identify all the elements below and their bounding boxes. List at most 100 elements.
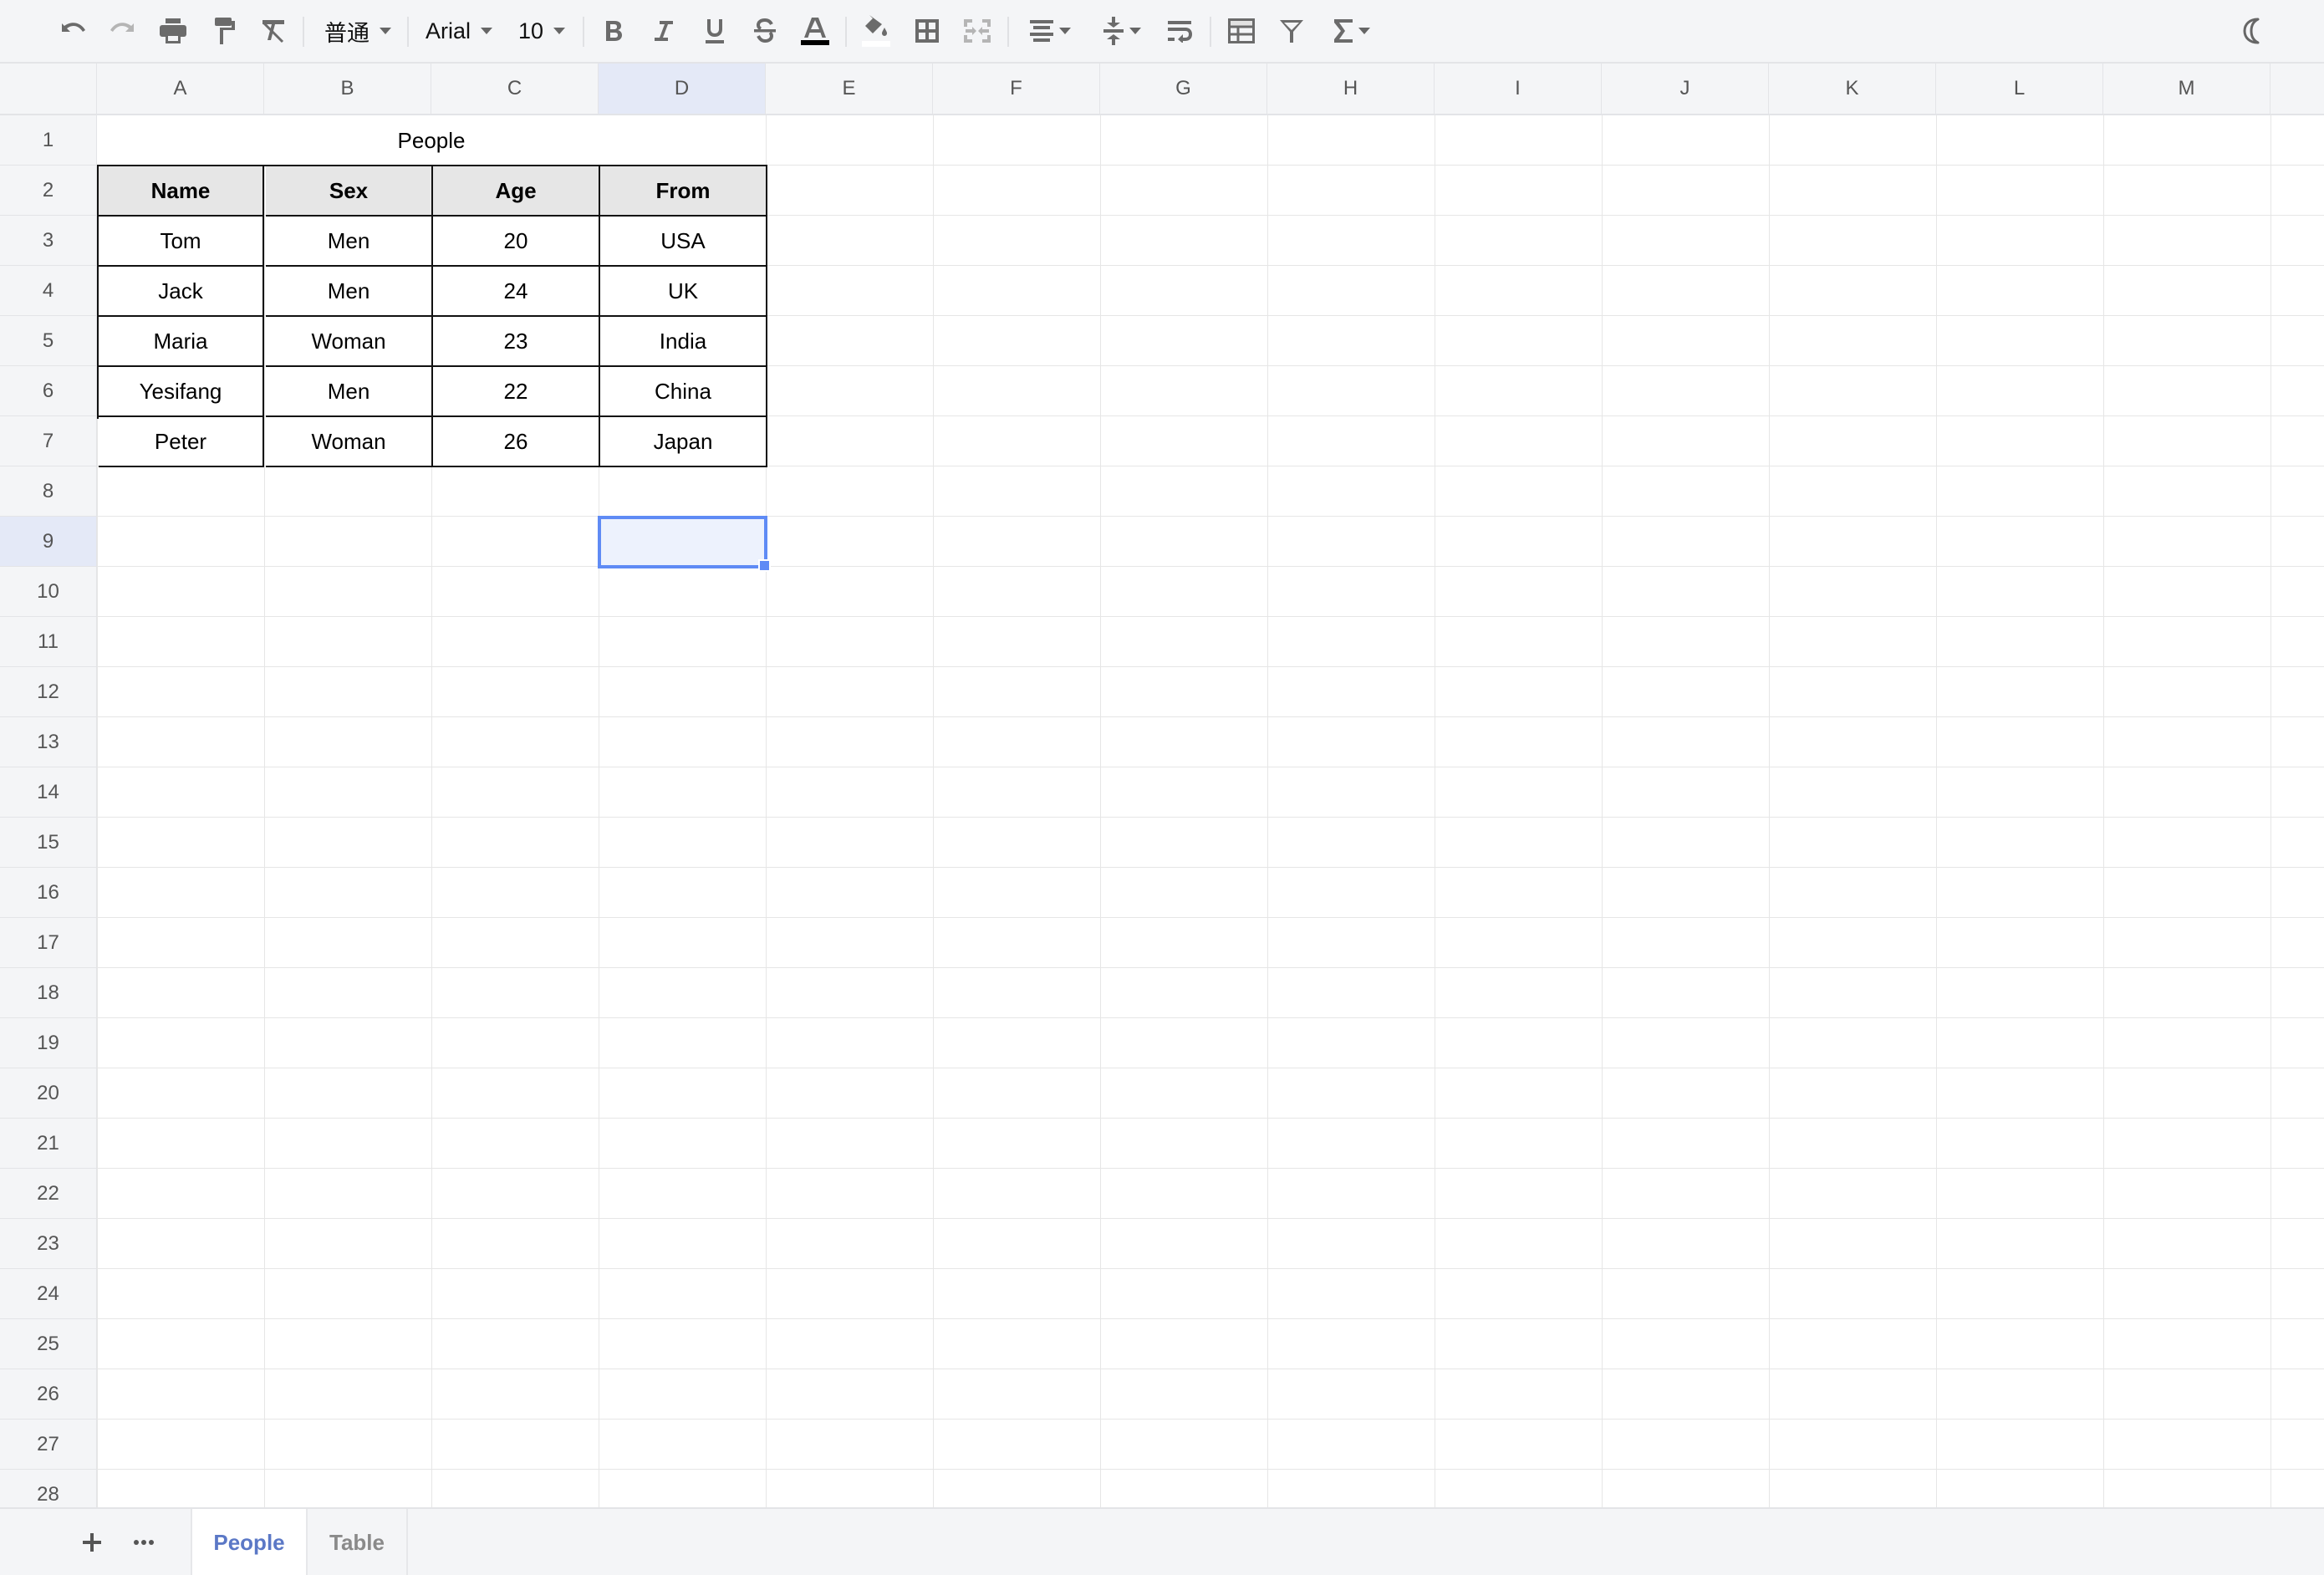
filter-button[interactable] [1275, 12, 1308, 50]
column-header-H[interactable]: H [1267, 64, 1435, 114]
table-cell[interactable]: 26 [433, 417, 600, 467]
sheet-menu-button[interactable] [125, 1524, 162, 1561]
table-header-cell[interactable]: From [600, 166, 767, 217]
column-header-E[interactable]: E [766, 64, 933, 114]
table-cell[interactable]: China [600, 367, 767, 417]
column-header-F[interactable]: F [933, 64, 1100, 114]
sum-function-button[interactable] [1325, 12, 1379, 50]
add-sheet-button[interactable] [74, 1524, 110, 1561]
font-family-select[interactable]: Arial [423, 12, 495, 50]
table-header-cell[interactable]: Name [99, 166, 264, 217]
column-header-D[interactable]: D [599, 64, 766, 114]
row-header-14[interactable]: 14 [0, 767, 96, 818]
row-header-10[interactable]: 10 [0, 567, 96, 617]
column-header-J[interactable]: J [1602, 64, 1769, 114]
row-header-24[interactable]: 24 [0, 1269, 96, 1319]
borders-button[interactable] [910, 12, 944, 50]
text-wrap-button[interactable] [1163, 12, 1196, 50]
clear-format-button[interactable] [256, 12, 291, 50]
row-header-2[interactable]: 2 [0, 166, 96, 216]
table-cell[interactable]: Men [266, 367, 433, 417]
row-header-21[interactable]: 21 [0, 1119, 96, 1169]
fill-handle[interactable] [758, 559, 771, 572]
column-header-L[interactable]: L [1936, 64, 2103, 114]
column-header-K[interactable]: K [1769, 64, 1936, 114]
column-header-G[interactable]: G [1100, 64, 1267, 114]
font-size-select[interactable]: 10 [515, 12, 568, 50]
column-header-B[interactable]: B [264, 64, 431, 114]
row-header-9[interactable]: 9 [0, 517, 96, 567]
freeze-table-button[interactable] [1225, 12, 1258, 50]
row-header-17[interactable]: 17 [0, 918, 96, 968]
vertical-align-button[interactable] [1095, 12, 1149, 50]
row-header-1[interactable]: 1 [0, 115, 96, 166]
row-header-15[interactable]: 15 [0, 818, 96, 868]
table-cell[interactable]: Woman [266, 417, 433, 467]
bold-button[interactable] [597, 12, 630, 50]
row-header-16[interactable]: 16 [0, 868, 96, 918]
table-cell[interactable]: 23 [433, 317, 600, 367]
undo-button[interactable] [55, 12, 90, 50]
row-header-19[interactable]: 19 [0, 1018, 96, 1068]
paint-format-button[interactable] [207, 12, 242, 50]
row-header-5[interactable]: 5 [0, 316, 96, 366]
table-cell[interactable]: Woman [266, 317, 433, 367]
row-header-25[interactable]: 25 [0, 1319, 96, 1369]
row-header-28[interactable]: 28 [0, 1470, 96, 1507]
table-cell[interactable]: Men [266, 217, 433, 267]
underline-button[interactable] [698, 12, 731, 50]
row-header-7[interactable]: 7 [0, 416, 96, 466]
active-cell-selection[interactable] [598, 516, 771, 572]
toolbar-separator [303, 17, 304, 47]
row-header-11[interactable]: 11 [0, 617, 96, 667]
row-header-4[interactable]: 4 [0, 266, 96, 316]
paragraph-style-select[interactable]: 普通 [319, 12, 396, 50]
italic-button[interactable] [647, 12, 680, 50]
row-header-18[interactable]: 18 [0, 968, 96, 1018]
row-header-3[interactable]: 3 [0, 216, 96, 266]
table-cell[interactable]: UK [600, 267, 767, 317]
redo-button[interactable] [105, 12, 140, 50]
print-button[interactable] [155, 12, 191, 50]
table-header-cell[interactable]: Sex [266, 166, 433, 217]
merged-title-cell[interactable]: People [97, 115, 766, 166]
row-header-13[interactable]: 13 [0, 717, 96, 767]
row-header-6[interactable]: 6 [0, 366, 96, 416]
select-all-corner[interactable] [0, 64, 97, 114]
table-cell[interactable]: Tom [99, 217, 264, 267]
row-header-12[interactable]: 12 [0, 667, 96, 717]
row-header-27[interactable]: 27 [0, 1420, 96, 1470]
sheet-tab-people[interactable]: People [191, 1509, 308, 1575]
table-cell[interactable]: Jack [99, 267, 264, 317]
text-color-button[interactable] [798, 12, 832, 50]
dark-mode-button[interactable] [2234, 12, 2269, 50]
table-cell[interactable]: Japan [600, 417, 767, 467]
table-cell[interactable]: India [600, 317, 767, 367]
sheet-tab-table[interactable]: Table [308, 1509, 408, 1575]
row-header-23[interactable]: 23 [0, 1219, 96, 1269]
column-header-A[interactable]: A [97, 64, 264, 114]
table-cell[interactable]: USA [600, 217, 767, 267]
row-header-8[interactable]: 8 [0, 466, 96, 517]
row-header-20[interactable]: 20 [0, 1068, 96, 1119]
table-cell[interactable]: 24 [433, 267, 600, 317]
dark-mode-moon-icon [2243, 18, 2260, 44]
column-header-M[interactable]: M [2103, 64, 2270, 114]
fill-color-button[interactable] [859, 12, 893, 50]
table-cell[interactable]: 22 [433, 367, 600, 417]
row-header-26[interactable]: 26 [0, 1369, 96, 1420]
table-header-cell[interactable]: Age [433, 166, 600, 217]
cell-grid[interactable]: People Name Sex Age From Tom Men 20 USA Jack Men 2… [97, 115, 2324, 1507]
table-cell[interactable]: Men [266, 267, 433, 317]
table-cell[interactable]: Peter [99, 417, 264, 467]
column-header-partial[interactable] [2270, 64, 2324, 114]
row-header-22[interactable]: 22 [0, 1169, 96, 1219]
table-cell[interactable]: Maria [99, 317, 264, 367]
column-header-I[interactable]: I [1435, 64, 1602, 114]
horizontal-align-button[interactable] [1023, 12, 1077, 50]
strikethrough-button[interactable] [748, 12, 782, 50]
column-header-C[interactable]: C [431, 64, 599, 114]
table-cell[interactable]: Yesifang [99, 367, 264, 417]
table-cell[interactable]: 20 [433, 217, 600, 267]
merge-cells-button[interactable] [961, 12, 994, 50]
